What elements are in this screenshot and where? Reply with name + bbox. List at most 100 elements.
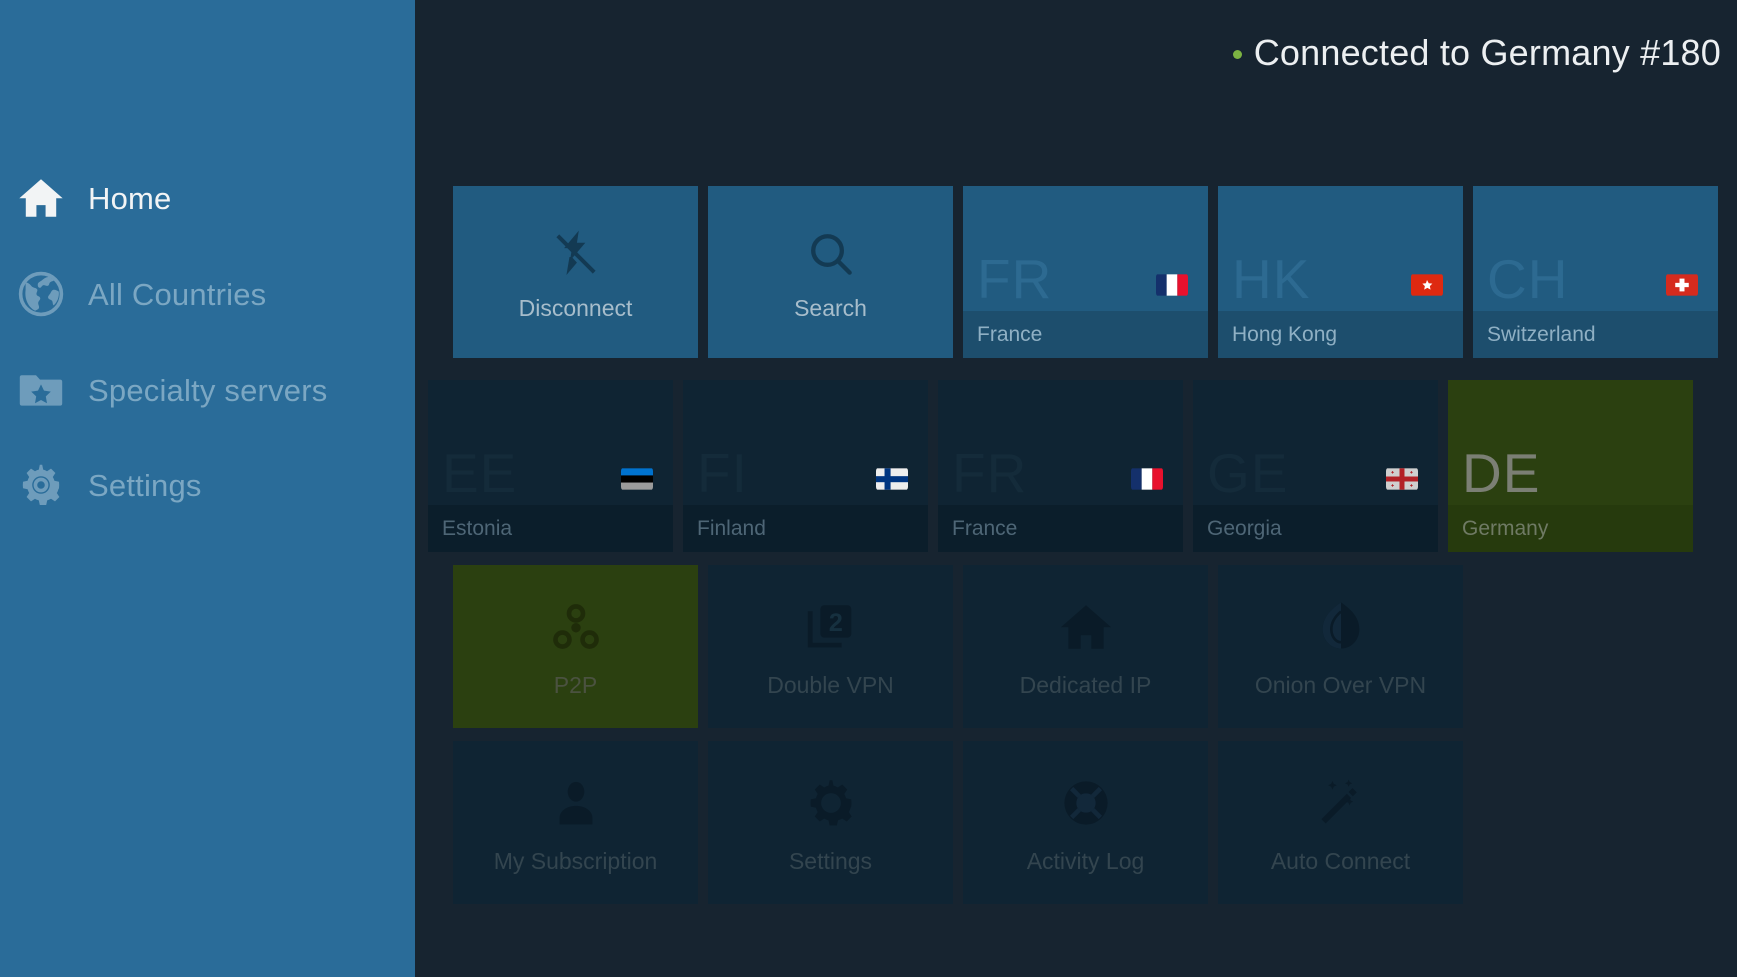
- country-code: CH: [1487, 248, 1569, 310]
- svg-text:2: 2: [828, 609, 842, 637]
- country-tile-footer: France: [963, 311, 1208, 358]
- flag-ee-icon: [621, 467, 653, 491]
- gear-icon: [14, 458, 68, 512]
- magic-wand-icon: [1310, 772, 1372, 834]
- house-icon: [1055, 596, 1117, 658]
- globe-icon: [14, 267, 68, 321]
- disconnect-label: Disconnect: [518, 294, 633, 321]
- double-vpn-icon: 2: [800, 596, 862, 658]
- connection-status-bar: Connected to Germany #180: [1232, 0, 1721, 105]
- country-name: Georgia: [1207, 517, 1282, 540]
- tool-label: Activity Log: [1026, 848, 1145, 874]
- sidebar-item-settings[interactable]: Settings: [0, 453, 415, 517]
- flag-fi-icon: [876, 467, 908, 491]
- sidebar-item-label: Home: [88, 180, 172, 216]
- specialty-tile-double-vpn[interactable]: 2 Double VPN: [708, 565, 953, 728]
- flag-fr-icon: [1131, 467, 1163, 491]
- flag-hk-icon: [1411, 273, 1443, 297]
- specialty-servers-row: P2P 2 Double VPN Dedicated IP Onion Over…: [453, 565, 1473, 728]
- sidebar-item-label: All Countries: [88, 276, 267, 312]
- country-tile-footer: France: [938, 505, 1183, 552]
- country-tile-france[interactable]: FR France: [938, 380, 1183, 552]
- country-tile-body: FI: [683, 380, 928, 505]
- country-name: Germany: [1462, 517, 1549, 540]
- tool-label: Settings: [788, 848, 873, 874]
- country-code: FI: [697, 442, 748, 504]
- country-tile-body: GE: [1193, 380, 1438, 505]
- country-tile-body: CH: [1473, 186, 1718, 311]
- country-tile-georgia[interactable]: GE Georgia: [1193, 380, 1438, 552]
- country-code: FR: [977, 248, 1053, 310]
- country-tile-finland[interactable]: FI Finland: [683, 380, 928, 552]
- country-tile-footer: Switzerland: [1473, 311, 1718, 358]
- country-tile-footer: Georgia: [1193, 505, 1438, 552]
- country-tile-switzerland-recommended[interactable]: CH Switzerland: [1473, 186, 1718, 358]
- country-code: FR: [952, 442, 1028, 504]
- tool-tile-my-subscription[interactable]: My Subscription: [453, 741, 698, 904]
- share-nodes-icon: [545, 596, 607, 658]
- specialty-label: Double VPN: [767, 672, 894, 698]
- country-tile-estonia[interactable]: EE Estonia: [428, 380, 673, 552]
- home-icon: [14, 171, 68, 225]
- sidebar-navigation: Home All Countries Specialty servers Set…: [0, 0, 415, 977]
- specialty-tile-p2p[interactable]: P2P: [453, 565, 698, 728]
- country-name: Switzerland: [1487, 323, 1596, 346]
- tools-row: My Subscription Settings Activity Log Au…: [453, 741, 1473, 904]
- gear-icon: [800, 772, 862, 834]
- recent-countries-row: EE Estonia FI Finland FR France GE Georg…: [428, 380, 1703, 552]
- flag-ch-icon: [1666, 273, 1698, 297]
- country-name: Estonia: [442, 517, 513, 540]
- sidebar-item-label: Settings: [88, 467, 202, 503]
- specialty-label: P2P: [553, 672, 598, 698]
- bolt-slash-icon: [547, 225, 605, 283]
- country-tile-body: FR: [938, 380, 1183, 505]
- country-tile-germany[interactable]: DE Germany: [1448, 380, 1693, 552]
- quick-actions-row: Disconnect Search FR France HK Hong Kong…: [453, 186, 1728, 358]
- country-tile-footer: Hong Kong: [1218, 311, 1463, 358]
- specialty-tile-dedicated-ip[interactable]: Dedicated IP: [963, 565, 1208, 728]
- country-name: Finland: [697, 517, 766, 540]
- country-tile-footer: Germany: [1448, 505, 1693, 552]
- country-name: Hong Kong: [1232, 323, 1338, 346]
- country-tile-france-recommended[interactable]: FR France: [963, 186, 1208, 358]
- country-tile-body: HK: [1218, 186, 1463, 311]
- country-tile-body: DE: [1448, 380, 1693, 505]
- search-label: Search: [794, 294, 867, 321]
- country-tile-hong-kong-recommended[interactable]: HK Hong Kong: [1218, 186, 1463, 358]
- country-tile-footer: Estonia: [428, 505, 673, 552]
- country-tile-body: EE: [428, 380, 673, 505]
- person-icon: [545, 772, 607, 834]
- tool-label: Auto Connect: [1270, 848, 1411, 874]
- connection-status-text: Connected to Germany #180: [1253, 31, 1721, 73]
- country-tile-body: FR: [963, 186, 1208, 311]
- specialty-label: Onion Over VPN: [1254, 672, 1427, 698]
- specialty-label: Dedicated IP: [1019, 672, 1152, 698]
- tool-tile-auto-connect[interactable]: Auto Connect: [1218, 741, 1463, 904]
- flag-ge-icon: [1386, 467, 1418, 491]
- country-name: France: [977, 323, 1043, 346]
- vpn-app-window: Home All Countries Specialty servers Set…: [0, 0, 1737, 977]
- search-icon: [802, 225, 860, 283]
- lifebuoy-icon: [1055, 772, 1117, 834]
- flag-fr-icon: [1156, 273, 1188, 297]
- sidebar-item-specialty-servers[interactable]: Specialty servers: [0, 358, 415, 422]
- disconnect-button[interactable]: Disconnect: [453, 186, 698, 358]
- onion-icon: [1310, 596, 1372, 658]
- tool-tile-settings[interactable]: Settings: [708, 741, 953, 904]
- country-tile-footer: Finland: [683, 505, 928, 552]
- country-code: HK: [1232, 248, 1311, 310]
- country-name: France: [952, 517, 1018, 540]
- sidebar-item-all-countries[interactable]: All Countries: [0, 262, 415, 326]
- country-code: EE: [442, 442, 518, 504]
- sidebar-item-home[interactable]: Home: [0, 166, 415, 230]
- tool-tile-activity-log[interactable]: Activity Log: [963, 741, 1208, 904]
- sidebar-item-label: Specialty servers: [88, 372, 328, 408]
- folder-star-icon: [14, 363, 68, 417]
- specialty-tile-onion-over-vpn[interactable]: Onion Over VPN: [1218, 565, 1463, 728]
- country-code: DE: [1462, 442, 1541, 504]
- search-button[interactable]: Search: [708, 186, 953, 358]
- tool-label: My Subscription: [493, 848, 658, 874]
- main-content: Connected to Germany #180 Disconnect Sea…: [415, 0, 1737, 977]
- status-indicator-dot: [1232, 50, 1242, 59]
- country-code: GE: [1207, 442, 1289, 504]
